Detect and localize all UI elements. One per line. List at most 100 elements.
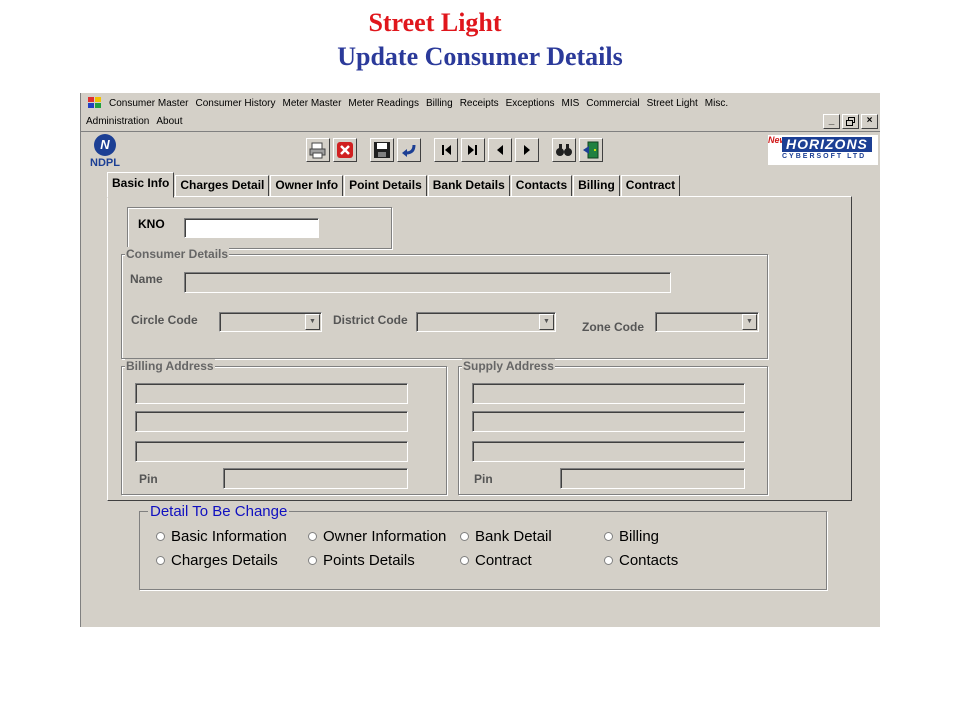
- zone-code-select[interactable]: ▼: [655, 312, 759, 332]
- radio-label: Contacts: [619, 552, 679, 569]
- undo-button[interactable]: [397, 138, 421, 162]
- menu-meter-master[interactable]: Meter Master: [283, 98, 342, 109]
- last-icon: [468, 145, 477, 155]
- first-record-button[interactable]: [434, 138, 458, 162]
- tab-owner-info[interactable]: Owner Info: [270, 175, 344, 197]
- tab-bank-details[interactable]: Bank Details: [427, 175, 510, 197]
- name-label: Name: [130, 272, 163, 286]
- zone-code-label: Zone Code: [582, 320, 644, 334]
- radio-icon[interactable]: [604, 556, 613, 565]
- print-button[interactable]: [306, 138, 330, 162]
- menu-meter-readings[interactable]: Meter Readings: [348, 98, 419, 109]
- exit-button[interactable]: [579, 138, 603, 162]
- radio-owner-information[interactable]: Owner Information: [308, 528, 446, 545]
- district-code-select[interactable]: ▼: [416, 312, 556, 332]
- app-menu-icon[interactable]: [88, 97, 102, 109]
- billing-address-line-2[interactable]: [135, 411, 408, 432]
- kno-input[interactable]: [184, 218, 319, 238]
- radio-label: Billing: [619, 528, 660, 545]
- page-title: Street Light: [368, 8, 502, 37]
- menu-about[interactable]: About: [156, 116, 182, 127]
- ndpl-emblem-icon: N: [94, 134, 116, 156]
- chevron-down-icon[interactable]: ▼: [742, 314, 757, 330]
- radio-icon[interactable]: [308, 532, 317, 541]
- radio-contract[interactable]: Contract: [460, 552, 532, 569]
- menu-receipts[interactable]: Receipts: [460, 98, 499, 109]
- horizons-logo: New HORIZONS CYBERSOFT LTD: [768, 135, 878, 165]
- radio-bank-detail[interactable]: Bank Detail: [460, 528, 552, 545]
- radio-points-details[interactable]: Points Details: [308, 552, 415, 569]
- find-button[interactable]: [552, 138, 576, 162]
- print-icon: [309, 142, 326, 159]
- supply-address-title: Supply Address: [462, 359, 555, 373]
- tab-contract[interactable]: Contract: [620, 175, 681, 197]
- next-icon: [524, 145, 530, 155]
- detail-to-be-change-group: Detail To Be Change Basic Information Ow…: [139, 503, 827, 590]
- next-record-button[interactable]: [515, 138, 539, 162]
- chevron-down-icon[interactable]: ▼: [539, 314, 554, 330]
- delete-button[interactable]: [333, 138, 357, 162]
- billing-address-line-3[interactable]: [135, 441, 408, 462]
- radio-icon[interactable]: [308, 556, 317, 565]
- chevron-down-icon[interactable]: ▼: [305, 314, 320, 330]
- radio-label: Bank Detail: [475, 528, 552, 545]
- last-record-button[interactable]: [461, 138, 485, 162]
- supply-address-line-1[interactable]: [472, 383, 745, 404]
- tab-charges-detail[interactable]: Charges Detail: [175, 175, 270, 197]
- tab-billing[interactable]: Billing: [573, 175, 620, 197]
- menu-misc[interactable]: Misc.: [705, 98, 728, 109]
- previous-icon: [497, 145, 503, 155]
- billing-address-line-1[interactable]: [135, 383, 408, 404]
- radio-icon[interactable]: [460, 532, 469, 541]
- ndpl-logo-text: NDPL: [90, 157, 120, 169]
- tab-contacts[interactable]: Contacts: [510, 175, 573, 197]
- exit-icon: [583, 141, 599, 159]
- radio-basic-information[interactable]: Basic Information: [156, 528, 287, 545]
- radio-icon[interactable]: [460, 556, 469, 565]
- restore-button[interactable]: [842, 114, 859, 129]
- circle-code-select[interactable]: ▼: [219, 312, 322, 332]
- billing-pin-label: Pin: [139, 472, 158, 486]
- consumer-details-title: Consumer Details: [125, 247, 230, 261]
- menu-bar: Consumer Master Consumer History Meter M…: [81, 94, 728, 112]
- menu-consumer-master[interactable]: Consumer Master: [109, 98, 188, 109]
- menu-billing[interactable]: Billing: [426, 98, 453, 109]
- save-icon: [374, 142, 390, 158]
- supply-address-line-2[interactable]: [472, 411, 745, 432]
- application-window: Consumer Master Consumer History Meter M…: [80, 93, 880, 627]
- radio-icon[interactable]: [156, 532, 165, 541]
- menu-mis[interactable]: MIS: [562, 98, 580, 109]
- restore-icon: [846, 117, 855, 126]
- circle-code-label: Circle Code: [131, 313, 198, 327]
- radio-icon[interactable]: [156, 556, 165, 565]
- radio-icon[interactable]: [604, 532, 613, 541]
- menu-street-light[interactable]: Street Light: [647, 98, 698, 109]
- name-field[interactable]: [184, 272, 671, 293]
- previous-record-button[interactable]: [488, 138, 512, 162]
- consumer-details-group: Consumer Details: [121, 247, 768, 359]
- window-controls: _ ×: [823, 114, 878, 129]
- radio-contacts[interactable]: Contacts: [604, 552, 678, 569]
- radio-charges-details[interactable]: Charges Details: [156, 552, 278, 569]
- supply-pin-field[interactable]: [560, 468, 745, 489]
- kno-label: KNO: [138, 217, 165, 231]
- menu-consumer-history[interactable]: Consumer History: [195, 98, 275, 109]
- supply-pin-label: Pin: [474, 472, 493, 486]
- tab-strip: Basic Info Charges Detail Owner Info Poi…: [107, 172, 681, 198]
- page-subtitle: Update Consumer Details: [337, 42, 623, 71]
- billing-address-title: Billing Address: [125, 359, 215, 373]
- tab-basic-info[interactable]: Basic Info: [107, 172, 175, 198]
- supply-address-line-3[interactable]: [472, 441, 745, 462]
- detail-to-be-change-title: Detail To Be Change: [148, 503, 290, 520]
- minimize-button[interactable]: _: [823, 114, 840, 129]
- radio-billing[interactable]: Billing: [604, 528, 659, 545]
- menu-exceptions[interactable]: Exceptions: [506, 98, 555, 109]
- menu-commercial[interactable]: Commercial: [586, 98, 639, 109]
- billing-pin-field[interactable]: [223, 468, 408, 489]
- save-button[interactable]: [370, 138, 394, 162]
- tab-point-details[interactable]: Point Details: [344, 175, 427, 197]
- radio-label: Owner Information: [323, 528, 447, 545]
- close-window-button[interactable]: ×: [861, 114, 878, 129]
- radio-label: Contract: [475, 552, 532, 569]
- menu-administration[interactable]: Administration: [86, 116, 149, 127]
